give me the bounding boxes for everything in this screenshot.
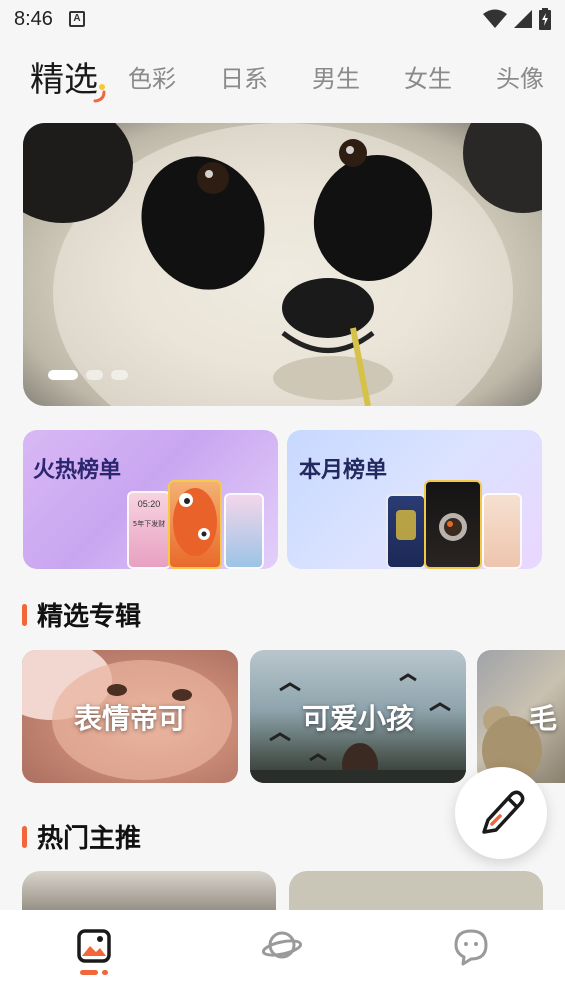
create-button[interactable] <box>455 767 547 859</box>
hot-ranking-card[interactable]: 火热榜单 05:20 5年下发财 <box>23 430 278 569</box>
notification-app-icon: A <box>68 11 85 27</box>
tab-color[interactable]: 色彩 <box>128 59 176 94</box>
active-nav-indicator <box>80 970 109 975</box>
nav-messages[interactable] <box>441 928 501 966</box>
signal-icon <box>514 10 532 28</box>
chat-bubble-icon <box>454 929 488 966</box>
status-bar: 8:46 A <box>0 0 565 38</box>
album-card[interactable]: 可爱小孩 <box>250 650 466 783</box>
section-title: 精选专辑 <box>37 602 142 632</box>
nav-gallery[interactable] <box>64 928 124 975</box>
orange-monster-icon <box>173 488 217 556</box>
section-accent-bar <box>22 825 27 848</box>
phone-preview-time: 05:20 <box>137 499 161 509</box>
tab-avatar[interactable]: 头像 <box>496 59 544 94</box>
tab-girls[interactable]: 女生 <box>404 59 452 94</box>
bottom-navigation <box>0 910 565 1004</box>
album-title: 表情帝可 <box>73 701 186 735</box>
calligraphy-wallpaper-icon <box>396 510 416 540</box>
album-card[interactable]: 毛 <box>477 650 565 783</box>
carousel-dot[interactable] <box>48 370 78 380</box>
wifi-icon <box>483 9 507 28</box>
pen-icon <box>482 790 525 834</box>
planet-icon <box>262 931 303 959</box>
phone-preview-astronaut <box>424 480 482 569</box>
phone-preview <box>482 493 522 569</box>
banner-image <box>23 123 542 406</box>
tab-label: 精选 <box>30 59 98 100</box>
hot-ranking-title: 火热榜单 <box>33 458 122 483</box>
carousel-dot[interactable] <box>111 370 128 380</box>
section-title: 热门主推 <box>37 824 142 854</box>
phone-preview-mascot <box>168 480 222 569</box>
tab-japanese[interactable]: 日系 <box>220 59 268 94</box>
album-title: 毛 <box>529 701 558 735</box>
category-tabs: 精选 色彩 日系 男生 女生 头像 <box>0 48 565 104</box>
monthly-ranking-card[interactable]: 本月榜单 <box>287 430 542 569</box>
phone-preview: 05:20 5年下发财 <box>127 491 171 569</box>
phone-preview <box>386 494 426 569</box>
nav-explore[interactable] <box>252 928 312 964</box>
tab-featured[interactable]: 精选 <box>30 52 106 102</box>
phone-preview-caption: 5年下发财 <box>132 520 166 528</box>
section-accent-bar <box>22 603 27 626</box>
album-title: 可爱小孩 <box>301 701 414 735</box>
status-indicators <box>483 8 551 30</box>
battery-icon <box>539 8 551 30</box>
banner-carousel[interactable] <box>23 123 542 406</box>
monthly-ranking-title: 本月榜单 <box>299 458 388 483</box>
astronaut-icon <box>439 513 467 541</box>
album-card[interactable]: 表情帝可 <box>22 650 238 783</box>
carousel-dots <box>48 370 128 380</box>
tab-boys[interactable]: 男生 <box>312 59 360 94</box>
phone-preview <box>224 493 264 569</box>
hot-recommend-header: 热门主推 <box>22 818 141 855</box>
carousel-dot[interactable] <box>86 370 103 380</box>
active-tab-indicator <box>93 83 106 102</box>
status-time: 8:46 <box>14 7 53 30</box>
featured-albums-header: 精选专辑 <box>22 596 141 633</box>
gallery-icon <box>77 929 111 963</box>
